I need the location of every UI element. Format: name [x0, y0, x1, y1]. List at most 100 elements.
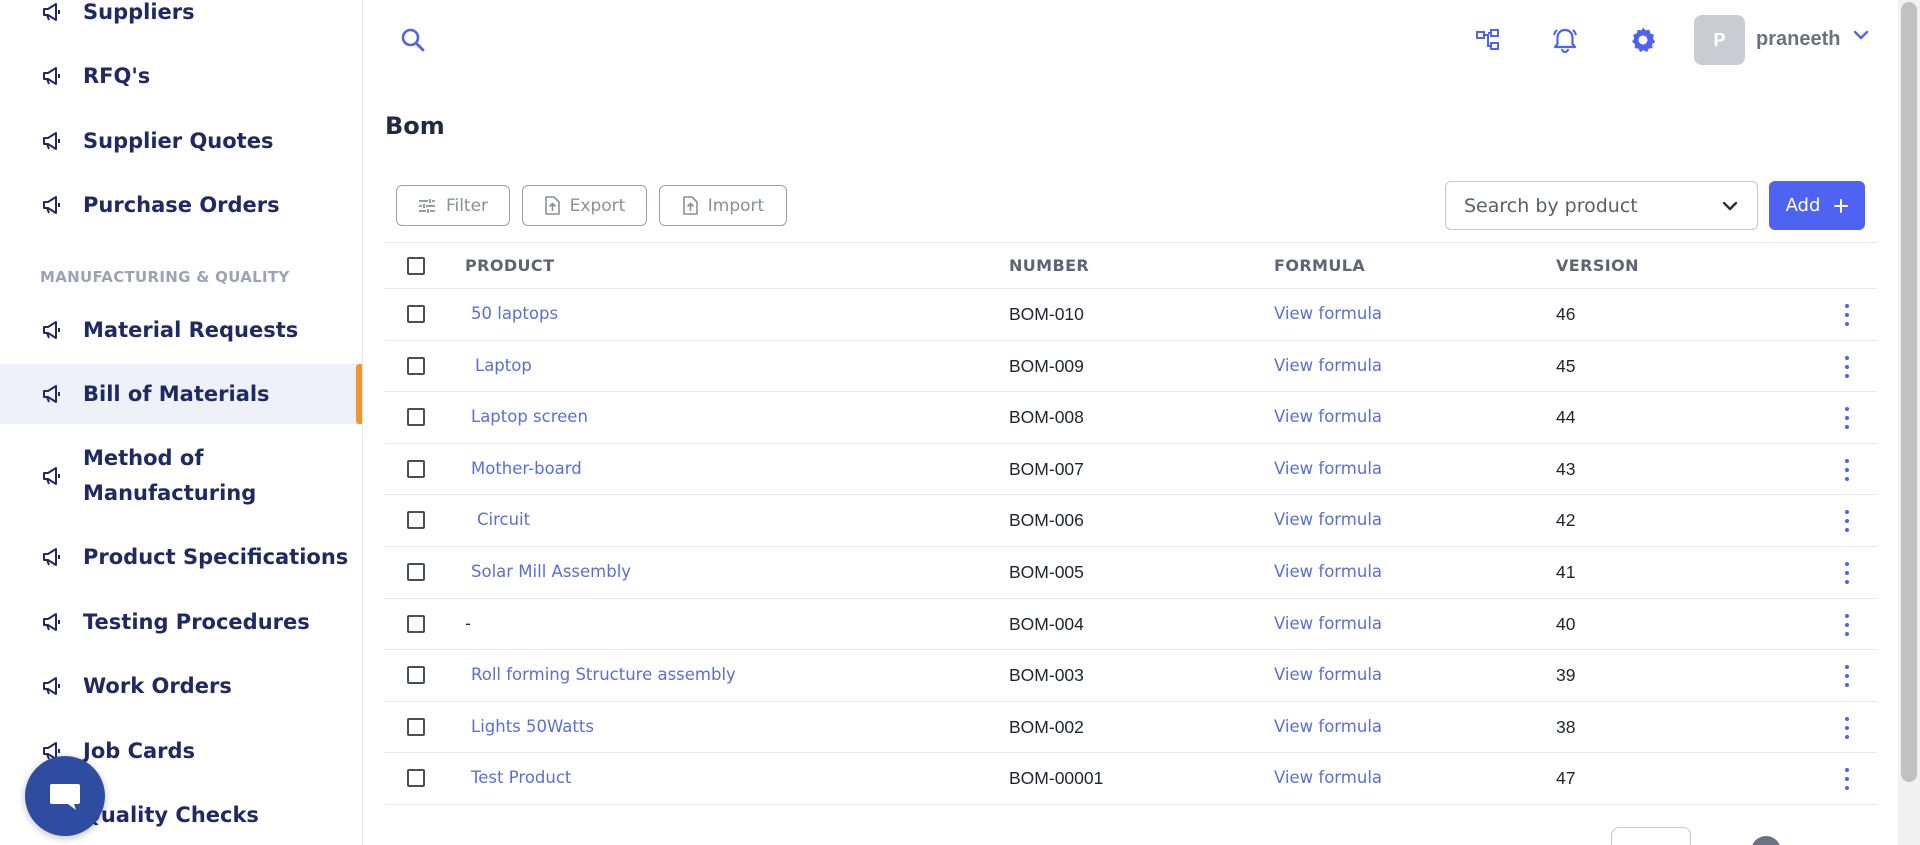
- table-row: Roll forming Structure assembly BOM-003 …: [385, 650, 1877, 702]
- megaphone-icon: [42, 194, 64, 216]
- filter-label: Filter: [445, 195, 489, 216]
- gear-icon[interactable]: [1629, 26, 1657, 54]
- sidebar-section-label: MANUFACTURING & QUALITY: [40, 268, 290, 286]
- import-button[interactable]: Import: [659, 185, 787, 226]
- row-checkbox[interactable]: [407, 769, 425, 788]
- more-options-icon[interactable]: [1837, 665, 1857, 688]
- product-link[interactable]: Test Product: [471, 768, 571, 787]
- row-checkbox[interactable]: [407, 408, 425, 427]
- more-options-icon[interactable]: [1837, 613, 1857, 636]
- view-formula-link[interactable]: View formula: [1274, 356, 1382, 375]
- sidebar-item-method-of-manufacturing[interactable]: Method of Manufacturing: [0, 440, 362, 512]
- view-formula-link[interactable]: View formula: [1274, 614, 1382, 633]
- column-header-formula[interactable]: FORMULA: [1274, 256, 1365, 275]
- sidebar-item-testing-procedures[interactable]: Testing Procedures: [0, 592, 362, 652]
- column-header-version[interactable]: VERSION: [1556, 256, 1639, 275]
- page-title: Bom: [385, 112, 445, 140]
- view-formula-link[interactable]: View formula: [1274, 407, 1382, 426]
- sidebar-item-purchase-orders[interactable]: Purchase Orders: [0, 175, 362, 235]
- view-formula-link[interactable]: View formula: [1274, 768, 1382, 787]
- table-row: Mother-board BOM-007 View formula 43: [385, 444, 1877, 496]
- row-checkbox[interactable]: [407, 305, 425, 323]
- table-header: PRODUCT NUMBER FORMULA VERSION: [385, 242, 1877, 289]
- hierarchy-icon[interactable]: [1474, 26, 1502, 54]
- select-all-checkbox[interactable]: [407, 257, 425, 275]
- row-checkbox[interactable]: [407, 459, 425, 478]
- page-size-select[interactable]: [1611, 827, 1691, 845]
- avatar[interactable]: P: [1694, 15, 1745, 65]
- version-value: 47: [1556, 768, 1576, 789]
- export-label: Export: [569, 195, 626, 216]
- import-label: Import: [707, 195, 765, 216]
- more-options-icon[interactable]: [1837, 458, 1857, 481]
- sidebar-item-label: Work Orders: [83, 673, 232, 698]
- bom-number: BOM-005: [1009, 561, 1084, 582]
- bell-icon[interactable]: [1551, 26, 1579, 54]
- more-options-icon[interactable]: [1837, 510, 1857, 533]
- sidebar-item-label: Job Cards: [83, 738, 196, 763]
- more-options-icon[interactable]: [1837, 304, 1857, 326]
- more-options-icon[interactable]: [1837, 561, 1857, 584]
- bom-table: PRODUCT NUMBER FORMULA VERSION 50 laptop…: [385, 242, 1877, 805]
- bom-number: BOM-010: [1009, 304, 1084, 324]
- chevron-down-icon[interactable]: [1852, 28, 1870, 46]
- search-icon[interactable]: [400, 27, 426, 58]
- filter-button[interactable]: Filter: [396, 185, 510, 226]
- column-header-number[interactable]: NUMBER: [1009, 256, 1089, 275]
- view-formula-link[interactable]: View formula: [1274, 459, 1382, 478]
- column-header-product[interactable]: PRODUCT: [465, 256, 554, 275]
- product-link[interactable]: 50 laptops: [471, 304, 558, 323]
- view-formula-link[interactable]: View formula: [1274, 304, 1382, 323]
- product-search-select[interactable]: Search by product: [1445, 181, 1758, 230]
- more-options-icon[interactable]: [1837, 407, 1857, 430]
- product-link[interactable]: Laptop screen: [471, 407, 588, 426]
- bom-number: BOM-00001: [1009, 768, 1104, 789]
- sidebar-item-material-requests[interactable]: Material Requests: [0, 300, 362, 360]
- bom-number: BOM-009: [1009, 355, 1084, 376]
- view-formula-link[interactable]: View formula: [1274, 665, 1382, 684]
- row-checkbox[interactable]: [407, 717, 425, 736]
- product-link[interactable]: Solar Mill Assembly: [471, 562, 631, 581]
- megaphone-icon: [42, 1, 64, 23]
- version-value: 40: [1556, 613, 1576, 634]
- table-row: Solar Mill Assembly BOM-005 View formula…: [385, 547, 1877, 599]
- pagination-current-page[interactable]: [1751, 836, 1781, 845]
- username[interactable]: praneeth: [1756, 28, 1840, 51]
- row-checkbox[interactable]: [407, 356, 425, 375]
- version-value: 41: [1556, 561, 1576, 582]
- view-formula-link[interactable]: View formula: [1274, 717, 1382, 736]
- megaphone-icon: [42, 383, 64, 405]
- product-link[interactable]: Roll forming Structure assembly: [471, 665, 736, 684]
- chat-button[interactable]: [25, 756, 105, 836]
- sidebar-item-suppliers[interactable]: Suppliers: [0, 0, 362, 42]
- view-formula-link[interactable]: View formula: [1274, 510, 1382, 529]
- product-link[interactable]: Mother-board: [471, 459, 582, 478]
- sidebar-item-product-specifications[interactable]: Product Specifications: [0, 527, 362, 587]
- row-checkbox[interactable]: [407, 614, 425, 633]
- sidebar-item-label: Material Requests: [83, 317, 299, 342]
- export-button[interactable]: Export: [522, 185, 647, 226]
- sidebar-item-label: Supplier Quotes: [83, 128, 274, 153]
- sidebar-item-bill-of-materials[interactable]: Bill of Materials: [0, 364, 362, 424]
- more-options-icon[interactable]: [1837, 716, 1857, 739]
- more-options-icon[interactable]: [1837, 768, 1857, 791]
- sidebar: Suppliers RFQ's Supplier Quotes Purchase…: [0, 0, 363, 845]
- product-link[interactable]: Laptop: [475, 356, 532, 375]
- version-value: 44: [1556, 407, 1576, 428]
- chat-icon: [50, 784, 80, 810]
- row-checkbox[interactable]: [407, 666, 425, 685]
- add-button[interactable]: Add: [1769, 181, 1865, 230]
- scrollbar-thumb[interactable]: [1901, 2, 1917, 782]
- sidebar-item-label: Suppliers: [83, 0, 195, 24]
- sidebar-item-supplier-quotes[interactable]: Supplier Quotes: [0, 111, 362, 171]
- product-link[interactable]: Circuit: [477, 510, 530, 529]
- sidebar-item-rfqs[interactable]: RFQ's: [0, 46, 362, 106]
- bom-number: BOM-007: [1009, 458, 1084, 479]
- product-link[interactable]: Lights 50Watts: [471, 717, 594, 736]
- view-formula-link[interactable]: View formula: [1274, 562, 1382, 581]
- more-options-icon[interactable]: [1837, 355, 1857, 378]
- plus-icon: [1834, 198, 1849, 213]
- row-checkbox[interactable]: [407, 562, 425, 581]
- sidebar-item-work-orders[interactable]: Work Orders: [0, 656, 362, 716]
- row-checkbox[interactable]: [407, 511, 425, 530]
